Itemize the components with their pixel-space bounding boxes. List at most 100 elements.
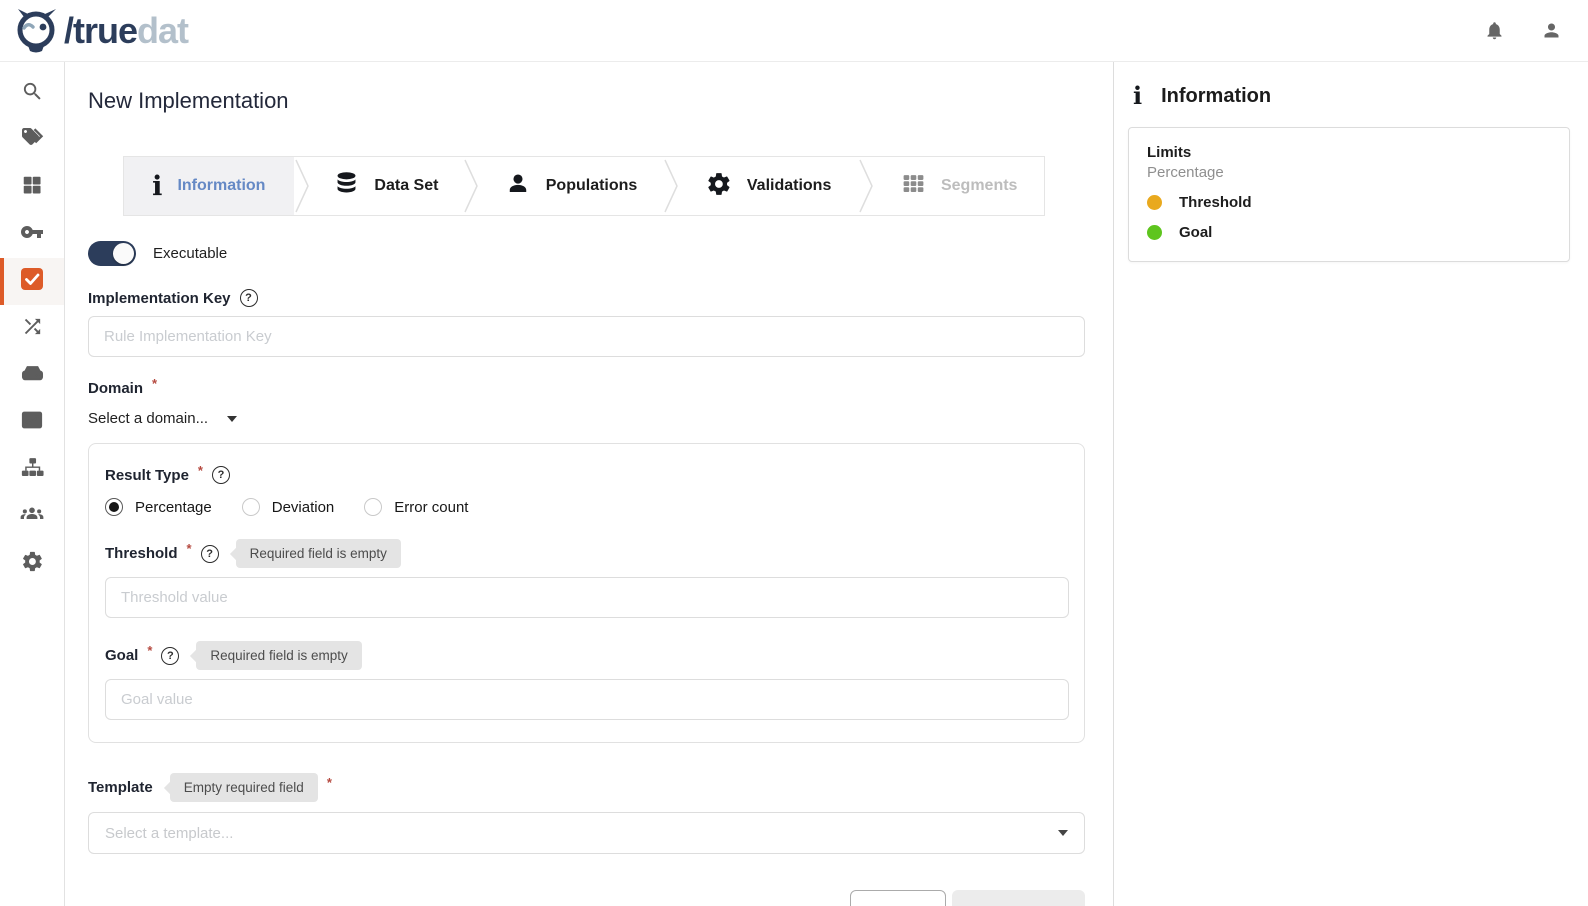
help-icon[interactable]: ?: [161, 647, 179, 665]
user-icon[interactable]: [1541, 20, 1562, 41]
required-asterisk: *: [187, 541, 192, 556]
step-label: Validations: [747, 177, 831, 195]
sidebar-item-structures[interactable]: [0, 446, 64, 493]
limit-row-threshold: Threshold: [1147, 194, 1551, 211]
radio-label: Deviation: [272, 499, 335, 516]
help-icon[interactable]: ?: [240, 289, 258, 307]
template-select[interactable]: Select a template...: [88, 812, 1085, 854]
result-type-label: Result Type: [105, 467, 189, 484]
step-separator-icon: [858, 157, 874, 215]
radio-button-icon: [364, 498, 382, 516]
person-icon: [505, 171, 531, 202]
brand-secondary: dat: [137, 10, 188, 51]
info-icon: i: [1133, 84, 1142, 108]
goal-label-row: Goal * ? Required field is empty: [105, 641, 1068, 670]
top-header: /truedat: [0, 0, 1588, 62]
brand-text: /truedat: [64, 13, 188, 49]
domain-select-placeholder: Select a domain...: [88, 410, 208, 427]
sidebar-item-access[interactable]: [0, 211, 64, 258]
info-panel-title: Information: [1161, 85, 1271, 108]
sidebar-item-search[interactable]: [0, 70, 64, 117]
limit-label: Goal: [1179, 224, 1212, 241]
threshold-label-row: Threshold * ? Required field is empty: [105, 539, 1068, 568]
executable-row: Executable: [88, 241, 1113, 266]
radio-deviation[interactable]: Deviation: [242, 498, 335, 516]
step-label: Data Set: [374, 177, 438, 195]
limit-label: Threshold: [1179, 194, 1252, 211]
step-label: Information: [177, 177, 265, 195]
threshold-warning-badge: Required field is empty: [236, 539, 401, 568]
radio-button-icon: [105, 498, 123, 516]
step-validations[interactable]: Validations: [679, 157, 859, 215]
shuffle-icon: [21, 315, 44, 343]
database-icon: [334, 171, 359, 201]
toggle-knob: [113, 243, 134, 264]
executable-label: Executable: [153, 245, 227, 262]
sidebar-item-lineage[interactable]: [0, 305, 64, 352]
implementation-key-input[interactable]: [88, 316, 1085, 357]
required-asterisk: *: [327, 775, 332, 790]
info-icon: i: [152, 173, 162, 200]
help-icon[interactable]: ?: [212, 466, 230, 484]
info-panel-header: i Information: [1128, 84, 1570, 108]
radio-error-count[interactable]: Error count: [364, 498, 468, 516]
sidebar-item-quality[interactable]: [0, 258, 64, 305]
limit-row-goal: Goal: [1147, 224, 1551, 241]
sidebar-item-dashboards[interactable]: [0, 399, 64, 446]
cancel-button[interactable]: CANCEL: [850, 890, 946, 906]
result-type-label-row: Result Type * ?: [105, 466, 1068, 484]
domain-label: Domain: [88, 380, 143, 397]
step-populations[interactable]: Populations: [479, 157, 663, 215]
wizard-steps: i Information Data Set Populations Valid…: [123, 156, 1045, 216]
step-label: Populations: [546, 177, 638, 195]
step-data-set[interactable]: Data Set: [310, 157, 464, 215]
help-icon[interactable]: ?: [201, 545, 219, 563]
radio-percentage[interactable]: Percentage: [105, 498, 212, 516]
brand-primary: /true: [64, 10, 137, 51]
info-panel: i Information Limits Percentage Threshol…: [1113, 62, 1588, 906]
check-square-icon: [20, 267, 44, 296]
radio-button-icon: [242, 498, 260, 516]
threshold-input[interactable]: [105, 577, 1069, 618]
owl-logo-icon: [14, 7, 60, 55]
required-asterisk: *: [147, 643, 152, 658]
users-icon: [19, 501, 45, 532]
chevron-down-icon: [1058, 830, 1068, 836]
bell-icon[interactable]: [1484, 20, 1505, 41]
sidebar-item-settings[interactable]: [0, 540, 64, 587]
required-asterisk: *: [152, 376, 157, 391]
template-select-placeholder: Select a template...: [105, 825, 233, 842]
grid-icon: [21, 174, 43, 201]
gear-icon: [706, 171, 732, 202]
step-separator-icon: [463, 157, 479, 215]
sidebar-item-users[interactable]: [0, 493, 64, 540]
radio-label: Error count: [394, 499, 468, 516]
template-label-row: Template Empty required field *: [88, 773, 1113, 802]
domain-select[interactable]: Select a domain...: [88, 410, 237, 427]
executable-toggle[interactable]: [88, 241, 136, 266]
limits-subheading: Percentage: [1147, 164, 1551, 181]
goal-input[interactable]: [105, 679, 1069, 720]
next-button[interactable]: NEXT: [952, 890, 1085, 906]
template-label: Template: [88, 779, 153, 796]
step-separator-icon: [294, 157, 310, 215]
server-icon: [20, 361, 45, 391]
limits-heading: Limits: [1147, 144, 1551, 161]
threshold-label: Threshold: [105, 545, 178, 562]
result-type-box: Result Type * ? Percentage Deviation Err…: [88, 443, 1085, 743]
implementation-key-label: Implementation Key: [88, 290, 231, 307]
implementation-key-label-row: Implementation Key ?: [88, 289, 1113, 307]
sitemap-icon: [20, 455, 45, 485]
grid9-icon: [901, 171, 926, 201]
required-asterisk: *: [198, 463, 203, 478]
key-icon: [20, 220, 44, 249]
step-information[interactable]: i Information: [124, 157, 294, 215]
sidebar-item-glossary[interactable]: [0, 117, 64, 164]
sidebar-item-sources[interactable]: [0, 352, 64, 399]
step-label: Segments: [941, 177, 1017, 195]
radio-label: Percentage: [135, 499, 212, 516]
step-segments: Segments: [874, 157, 1044, 215]
form-actions: CANCEL NEXT: [88, 890, 1085, 906]
truedat-logo[interactable]: /truedat: [0, 7, 188, 55]
sidebar-item-catalog[interactable]: [0, 164, 64, 211]
